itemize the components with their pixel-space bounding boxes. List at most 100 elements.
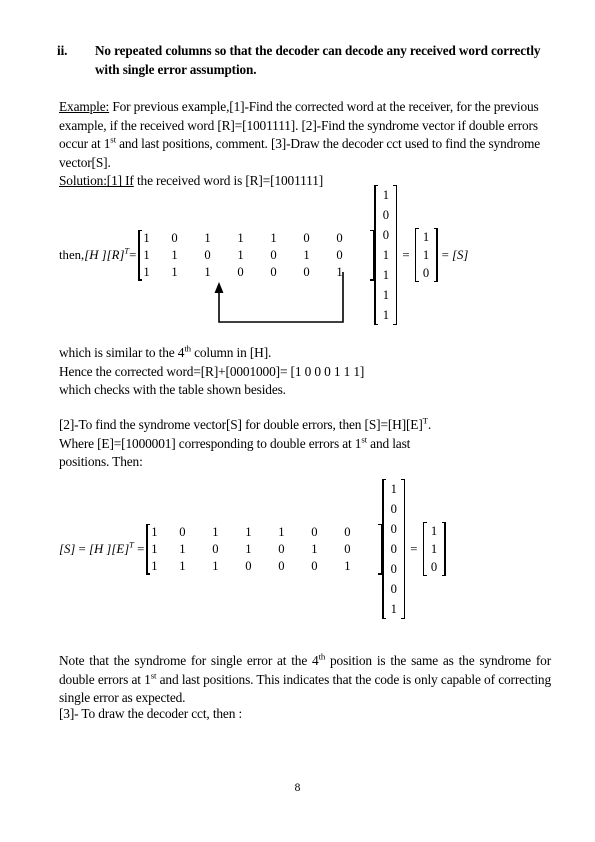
matrix-row: 1 0 1 1 1 0 0 [143, 230, 369, 247]
vector-cell: 1 [430, 541, 438, 556]
list-item-text: No repeated columns so that the decoder … [95, 43, 541, 77]
document-page: ii. No repeated columns so that the deco… [0, 0, 595, 842]
vector-row: 0 [428, 558, 441, 576]
matrix-cell: 0 [336, 247, 343, 262]
equation-hrt-row: then,[H ][R]T= 1 0 1 1 1 0 0 1 1 0 1 0 1… [59, 184, 468, 326]
vector-cell: 1 [382, 187, 389, 202]
matrix-cell: 1 [278, 524, 285, 539]
matrix-cell: 0 [311, 558, 318, 573]
matrix-cell: 1 [344, 558, 351, 573]
equation-hrt-operator: = [402, 247, 410, 262]
which-similar-paragraph: which is similar to the 4th column in [H… [59, 344, 551, 400]
matrix-cell: 1 [151, 541, 158, 556]
bracket-left [146, 523, 151, 575]
vector-cell: 1 [422, 229, 430, 244]
equation-hrt-tail-equals: = [441, 247, 449, 262]
matrix-row: 1 1 1 0 0 0 1 [151, 558, 377, 575]
matrix-cell: 1 [179, 541, 186, 556]
note-paragraph: Note that the syndrome for single error … [59, 652, 551, 708]
part3-text: [3]- To draw the decoder cct, then : [59, 706, 243, 721]
matrix-cell: 0 [212, 541, 219, 556]
vector-cell: 0 [422, 265, 430, 280]
vector-cell: 0 [382, 227, 389, 242]
example-paragraph: Example: For previous example,[1]-Find t… [59, 98, 551, 191]
part2-paragraph: [2]-To find the syndrome vector[S] for d… [59, 416, 551, 472]
part2-line2-b: and last [366, 435, 411, 451]
bracket-left [374, 185, 379, 325]
matrix-cell: 1 [336, 264, 343, 279]
bracket-right [441, 522, 446, 576]
matrix-cell: 0 [171, 230, 178, 245]
matrix-cell: 0 [270, 247, 277, 262]
vector-row: 0 [420, 264, 433, 282]
vector-row: 0 [379, 205, 392, 225]
vector-row: 1 [420, 228, 433, 246]
vector-S-cells: 1 1 0 [420, 228, 433, 282]
matrix-cell: 1 [245, 524, 252, 539]
matrix-cell: 1 [245, 541, 252, 556]
vector-cell: 0 [390, 501, 397, 516]
part2-line1-a: [2]-To find the syndrome vector[S] for d… [59, 417, 423, 432]
part2-line2-a: Where [E]=[1000001] corresponding to dou… [59, 435, 362, 451]
matrix-cell: 1 [270, 230, 277, 245]
vector-cell: 1 [382, 267, 389, 282]
matrix-cell: 1 [212, 524, 219, 539]
matrix-cell: 1 [143, 247, 150, 262]
equation-hrt-prefix: then, [59, 247, 85, 262]
matrix-row: 1 0 1 1 1 0 0 [151, 524, 377, 541]
matrix-cell: 0 [237, 264, 244, 279]
equation-set-row: [S] = [H ][E]T = 1 0 1 1 1 0 0 1 1 0 1 0… [59, 478, 446, 620]
which-sup-th: th [184, 343, 191, 354]
vector-row: 1 [428, 540, 441, 558]
matrix-row: 1 1 0 1 0 1 0 [143, 247, 369, 264]
matrix-row: 1 1 0 1 0 1 0 [151, 541, 377, 558]
vector-row: 1 [387, 599, 400, 619]
equation-hrt-tail: = [S] [438, 247, 469, 262]
equation-hrt-R: [R] [106, 247, 125, 262]
equation-hrt-tail-S: [S] [451, 247, 469, 262]
list-marker: ii. [57, 43, 68, 58]
vector-S-result-2: 1 1 0 [422, 521, 446, 577]
matrix-cell: 1 [237, 230, 244, 245]
vector-row: 0 [387, 579, 400, 599]
vector-cell: 1 [422, 247, 430, 262]
matrix-cell: 1 [311, 541, 318, 556]
matrix-cell: 0 [245, 558, 252, 573]
vector-row: 1 [420, 246, 433, 264]
vector-cell: 0 [390, 541, 397, 556]
part3-paragraph: [3]- To draw the decoder cct, then : [59, 705, 551, 724]
matrix-cell: 1 [143, 264, 150, 279]
equation-set-eq1: = [75, 541, 89, 556]
equation-set: [S] = [H ][E]T = 1 0 1 1 1 0 0 1 1 0 1 0… [59, 478, 446, 620]
vector-cell: 1 [382, 287, 389, 302]
matrix-cell: 1 [179, 558, 186, 573]
matrix-cell: 1 [303, 247, 310, 262]
matrix-cell: 1 [171, 247, 178, 262]
vector-cell: 0 [390, 521, 397, 536]
vector-R-transpose: 1 0 0 1 1 1 1 [374, 184, 398, 326]
matrix-cell: 0 [344, 541, 351, 556]
vector-cell: 1 [382, 247, 389, 262]
vector-cell: 1 [382, 307, 389, 322]
equation-set-H: [H ] [88, 541, 112, 556]
matrix-cell: 0 [303, 264, 310, 279]
matrix-cell: 0 [278, 558, 285, 573]
matrix-cell: 0 [344, 524, 351, 539]
vector-cell: 1 [430, 523, 438, 538]
example-text-2: and last positions, comment. [3]-Draw th… [59, 136, 541, 170]
vector-row: 0 [387, 519, 400, 539]
vector-row: 0 [387, 559, 400, 579]
vector-row: 1 [428, 522, 441, 540]
equation-set-S: [S] [59, 541, 76, 556]
bracket-left [138, 229, 143, 281]
equation-set-E: [E] [111, 541, 130, 556]
matrix-cell: 1 [143, 230, 150, 245]
equation-hrt-equals: = [129, 247, 137, 262]
matrix-cell: 1 [212, 558, 219, 573]
bracket-left [382, 479, 387, 619]
vector-row: 1 [379, 305, 392, 325]
vector-cell: 0 [382, 207, 389, 222]
vector-row: 0 [387, 499, 400, 519]
vector-row: 1 [379, 285, 392, 305]
matrix-H-1-cells: 1 0 1 1 1 0 0 1 1 0 1 0 1 0 1 1 1 0 0 0 … [143, 230, 369, 281]
